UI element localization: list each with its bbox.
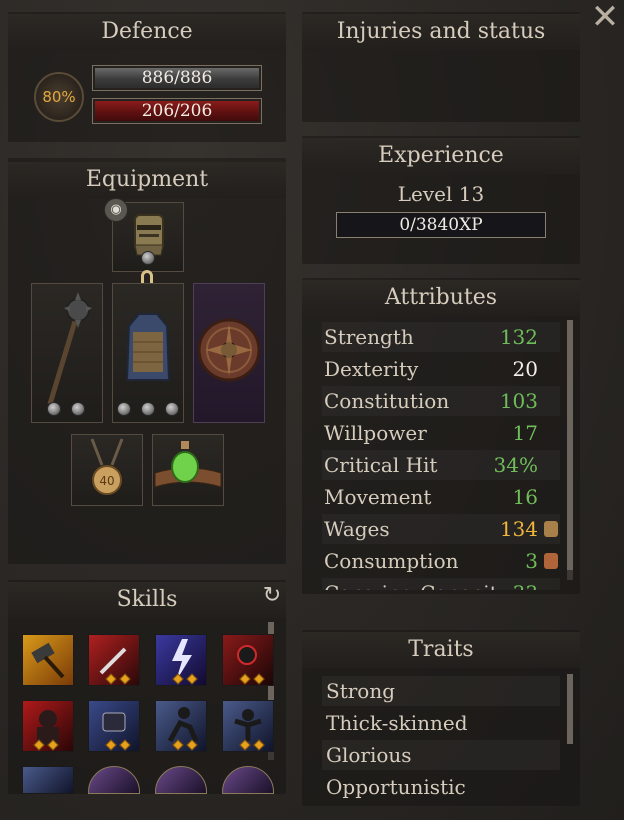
attribute-value: 17	[512, 421, 538, 445]
body-socket-2	[141, 402, 155, 416]
attribute-value: 16	[512, 485, 538, 509]
skill-crushing-blow-icon[interactable]	[88, 634, 140, 686]
skill-hammer-icon[interactable]	[22, 634, 74, 686]
attributes-scrollbar[interactable]	[567, 320, 573, 580]
attribute-name: Wages	[324, 517, 390, 541]
attribute-name: Strength	[324, 325, 414, 349]
mainhand-slot[interactable]	[31, 283, 103, 423]
attribute-row: Willpower 17	[322, 418, 560, 448]
attribute-row: Strength 132	[322, 322, 560, 352]
trait-item[interactable]: Opportunistic	[322, 772, 560, 802]
health-bar: 206/206	[92, 98, 262, 124]
attribute-name: Critical Hit	[324, 453, 438, 477]
injuries-panel: Injuries and status	[302, 12, 580, 122]
attribute-value: 33	[513, 578, 538, 590]
ammo-slot[interactable]	[152, 434, 224, 506]
body-armor-slot[interactable]	[112, 283, 184, 423]
body-socket-3	[165, 402, 179, 416]
coin-bag-icon	[544, 521, 558, 537]
skill-shield-bash-icon[interactable]	[88, 700, 140, 752]
armor-bar: 886/886	[92, 65, 262, 91]
attributes-list: Strength 132 Dexterity 20 Constitution 103 Wil…	[302, 322, 580, 590]
skill-lightning-icon[interactable]	[155, 634, 207, 686]
experience-title: Experience	[302, 138, 580, 174]
equipment-title: Equipment	[8, 162, 286, 198]
eye-toggle-icon[interactable]: ◉	[104, 198, 128, 222]
attribute-name: Movement	[324, 485, 432, 509]
level-label: Level 13	[397, 182, 485, 206]
xp-value: 0/3840XP	[399, 215, 483, 235]
skill-berserk-icon[interactable]	[22, 700, 74, 752]
food-icon	[544, 553, 558, 569]
helmet-socket	[141, 251, 155, 265]
attribute-row: Dexterity 20	[322, 354, 560, 384]
attribute-row: Movement 16	[322, 482, 560, 512]
attribute-name: Carrying Capacity	[324, 578, 509, 590]
body-socket-1	[117, 402, 131, 416]
attribute-name: Willpower	[324, 421, 427, 445]
accessory-slot[interactable]: 40	[71, 434, 143, 506]
defence-title: Defence	[8, 14, 286, 50]
potion-belt-icon	[154, 441, 222, 488]
attribute-value: 134	[499, 517, 538, 541]
attribute-value: 20	[512, 357, 538, 381]
skill-guard-icon[interactable]	[22, 766, 74, 794]
attribute-name: Dexterity	[324, 357, 419, 381]
offhand-slot[interactable]	[193, 283, 265, 423]
attribute-row: Constitution 103	[322, 386, 560, 416]
round-shield-icon	[197, 318, 261, 382]
close-icon[interactable]: ✕	[590, 0, 620, 34]
traits-title: Traits	[302, 632, 580, 668]
resolve-shield-icon: 80%	[34, 72, 84, 122]
skills-title: Skills	[8, 582, 286, 618]
xp-bar: 0/3840XP	[336, 212, 546, 238]
attribute-value: 132	[499, 325, 538, 349]
trait-item[interactable]: Thick-skinned	[322, 708, 560, 738]
mainhand-socket-2	[71, 402, 85, 416]
skill-rally-icon[interactable]	[222, 700, 274, 752]
trait-item[interactable]: Glorious	[322, 740, 560, 770]
injuries-title: Injuries and status	[302, 14, 580, 50]
attribute-row: Critical Hit 34%	[322, 450, 560, 480]
traits-scrollbar[interactable]	[567, 674, 573, 744]
resolve-percent: 80%	[42, 88, 76, 106]
attribute-name: Constitution	[324, 389, 450, 413]
attribute-value: 103	[499, 389, 538, 413]
attributes-title: Attributes	[302, 280, 580, 316]
skill-charge-icon[interactable]	[155, 700, 207, 752]
health-value: 206/206	[141, 101, 213, 121]
armor-value: 886/886	[141, 68, 213, 88]
attribute-row: Carrying Capacity 33	[322, 578, 560, 590]
attribute-value: 34%	[493, 453, 538, 477]
mainhand-socket-1	[47, 402, 61, 416]
skill-stun-icon[interactable]	[222, 634, 274, 686]
reset-icon[interactable]: ↻	[260, 584, 284, 608]
svg-text:40: 40	[99, 474, 114, 488]
mace-icon	[47, 292, 92, 405]
trait-item[interactable]: Strong	[322, 676, 560, 706]
attribute-value: 3	[525, 549, 538, 573]
attribute-name: Consumption	[324, 549, 459, 573]
attribute-row: Wages 134	[322, 514, 560, 544]
attribute-row: Consumption 3	[322, 546, 560, 576]
medallion-icon: 40	[90, 438, 124, 495]
